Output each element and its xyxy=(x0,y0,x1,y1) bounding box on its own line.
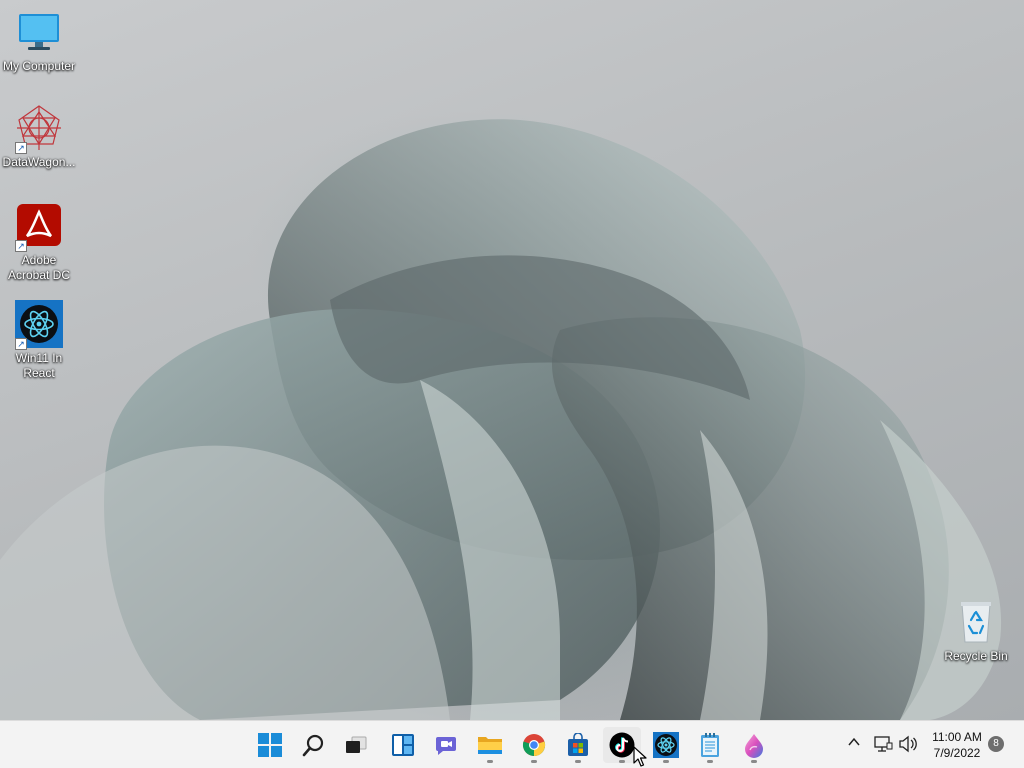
chevron-up-icon xyxy=(848,737,860,746)
taskbar-notepad-button[interactable] xyxy=(691,727,729,763)
desktop-icon-label: Win11 In React xyxy=(15,351,63,380)
taskbar-chrome-button[interactable] xyxy=(515,727,553,763)
clock-button[interactable]: 11:00 AM 7/9/2022 xyxy=(924,729,990,761)
desktop-wallpaper xyxy=(0,0,1024,720)
desktop-icon-datawagon[interactable]: ↗ DataWagon... xyxy=(0,104,78,170)
file-explorer-icon xyxy=(478,737,502,754)
taskbar-store-button[interactable] xyxy=(559,727,597,763)
running-indicator xyxy=(751,760,757,763)
clock-date: 7/9/2022 xyxy=(933,746,981,760)
notification-count-badge[interactable]: 8 xyxy=(988,736,1004,752)
desktop-icon-label: DataWagon... xyxy=(2,155,76,169)
taskbar-task-view-button[interactable] xyxy=(337,727,375,763)
microsoft-store-icon xyxy=(568,733,588,756)
desktop-icon-win11-in-react[interactable]: ↗ Win11 In React xyxy=(0,300,78,381)
shortcut-arrow-icon: ↗ xyxy=(15,240,27,252)
adobe-acrobat-icon: ↗ xyxy=(15,202,63,252)
shortcut-arrow-icon: ↗ xyxy=(15,338,27,350)
shortcut-arrow-icon: ↗ xyxy=(15,142,27,154)
taskbar-search-button[interactable] xyxy=(295,727,333,763)
tiktok-icon xyxy=(609,732,635,758)
desktop-icon-label: Recycle Bin xyxy=(944,649,1008,663)
running-indicator xyxy=(575,760,581,763)
running-indicator xyxy=(619,760,625,763)
running-indicator xyxy=(663,760,669,763)
show-hidden-icons-button[interactable] xyxy=(847,735,861,754)
mouse-cursor-icon xyxy=(633,746,647,767)
datawagon-logo-icon: ↗ xyxy=(15,104,63,154)
chrome-icon xyxy=(522,734,546,757)
desktop-icon-adobe-acrobat[interactable]: ↗ Adobe Acrobat DC xyxy=(0,202,78,283)
network-ethernet-icon xyxy=(874,736,893,752)
windows-start-icon xyxy=(258,733,282,757)
widgets-icon xyxy=(392,734,414,756)
running-indicator xyxy=(707,760,713,763)
desktop-icon-my-computer[interactable]: My Computer xyxy=(0,8,78,74)
speaker-icon xyxy=(899,735,917,753)
task-view-icon xyxy=(346,736,367,753)
react-app-icon xyxy=(653,732,679,758)
taskbar: 11:00 AM 7/9/2022 xyxy=(0,720,1024,768)
taskbar-file-explorer-button[interactable] xyxy=(471,727,509,763)
desktop-icon-label: Adobe Acrobat DC xyxy=(7,253,71,282)
search-icon xyxy=(302,734,324,757)
taskbar-teams-chat-button[interactable] xyxy=(427,727,465,763)
taskbar-react-app-button[interactable] xyxy=(647,727,685,763)
bloom-wallpaper-graphic xyxy=(0,119,1002,720)
network-status-button[interactable] xyxy=(873,735,893,758)
recycle-bin-icon xyxy=(952,598,1000,646)
running-indicator xyxy=(487,760,493,763)
volume-button[interactable] xyxy=(898,735,918,758)
paint-icon xyxy=(745,734,763,758)
taskbar-widgets-button[interactable] xyxy=(384,727,422,763)
teams-chat-icon xyxy=(436,737,456,755)
notepad-icon xyxy=(701,733,719,757)
clock-time: 11:00 AM xyxy=(932,730,982,744)
taskbar-start-button[interactable] xyxy=(251,727,289,763)
running-indicator xyxy=(531,760,537,763)
desktop-icon-recycle-bin[interactable]: Recycle Bin xyxy=(937,598,1015,664)
react-logo-icon: ↗ xyxy=(15,300,63,350)
taskbar-paint-button[interactable] xyxy=(735,727,773,763)
desktop-icon-label: My Computer xyxy=(2,59,76,73)
monitor-icon xyxy=(15,8,63,56)
